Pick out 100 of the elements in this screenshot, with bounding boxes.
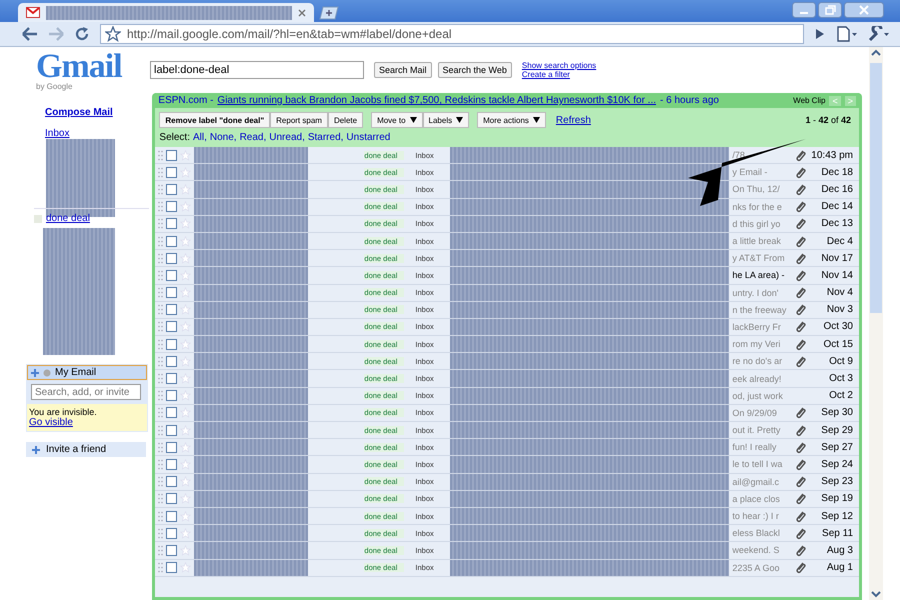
drag-handle-icon[interactable] [158, 493, 164, 504]
drag-handle-icon[interactable] [158, 304, 164, 316]
go-visible-link[interactable]: Go visible [29, 417, 145, 428]
refresh-link[interactable]: Refresh [556, 114, 591, 126]
checkbox[interactable] [166, 458, 178, 470]
select-link[interactable]: Read, [240, 132, 266, 143]
checkbox[interactable] [166, 270, 178, 281]
scrollbar-thumb[interactable] [870, 63, 882, 313]
drag-handle-icon[interactable] [158, 150, 164, 161]
chat-header[interactable]: My Email [27, 365, 147, 380]
drag-handle-icon[interactable] [158, 218, 164, 230]
checkbox[interactable] [166, 407, 178, 418]
checkbox[interactable] [166, 184, 178, 195]
browser-tab[interactable] [18, 3, 314, 22]
minimize-icon[interactable] [792, 2, 816, 18]
message-date: Nov 17 [821, 252, 854, 264]
select-link[interactable]: Unread, [269, 132, 305, 143]
drag-handle-icon[interactable] [158, 201, 164, 212]
select-link[interactable]: Unstarred [346, 132, 390, 143]
select-link[interactable]: None, [210, 132, 237, 143]
drag-handle-icon[interactable] [158, 544, 164, 556]
checkbox[interactable] [166, 510, 178, 522]
reload-icon[interactable] [74, 26, 90, 42]
checkbox[interactable] [166, 218, 178, 230]
checkbox[interactable] [166, 476, 178, 488]
toolbar-button[interactable]: Remove label "done deal" [159, 112, 270, 128]
scrollbar[interactable] [869, 47, 883, 600]
checkbox[interactable] [166, 390, 178, 402]
search-field[interactable]: label:done-deal [150, 61, 364, 79]
checkbox[interactable] [166, 544, 178, 556]
address-field[interactable]: http://mail.google.com/mail/?hl=en&tab=wm#label/done+deal [100, 24, 804, 44]
checkbox[interactable] [166, 201, 178, 212]
drag-handle-icon[interactable] [158, 390, 164, 402]
checkbox[interactable] [166, 528, 178, 539]
label-color-swatch[interactable] [34, 214, 42, 222]
back-icon[interactable] [22, 27, 38, 41]
checkbox[interactable] [166, 321, 178, 332]
invite-link[interactable]: Invite a friend [26, 442, 146, 457]
drag-handle-icon[interactable] [158, 442, 164, 453]
drag-handle-icon[interactable] [158, 236, 164, 247]
drag-handle-icon[interactable] [158, 458, 164, 470]
toolbar-button[interactable]: Labels [422, 112, 470, 128]
webclip-source: ESPN.com - [158, 95, 214, 106]
toolbar-button[interactable]: Report spam [270, 112, 328, 128]
checkbox[interactable] [166, 150, 178, 161]
star-icon[interactable] [105, 26, 121, 42]
drag-handle-icon[interactable] [158, 424, 164, 436]
drag-handle-icon[interactable] [158, 287, 164, 298]
close-icon[interactable] [298, 8, 306, 16]
select-link[interactable]: All, [192, 132, 207, 143]
new-tab-icon[interactable] [318, 6, 340, 20]
checkbox[interactable] [166, 304, 178, 316]
label-link[interactable]: done deal [46, 213, 90, 224]
status-text: You are invisible. [29, 407, 98, 417]
search-button[interactable]: Search Mail [374, 62, 432, 78]
checkbox[interactable] [166, 442, 178, 453]
wrench-icon[interactable] [868, 26, 890, 42]
close-icon[interactable] [844, 2, 884, 18]
drag-handle-icon[interactable] [158, 338, 164, 350]
search-link[interactable]: Show search options [522, 61, 596, 70]
webclip-headline-link[interactable]: Giants running back Brandon Jacobs fined $7,500, Redskins tackle Albert Haynesworth $10K for ... [217, 95, 656, 106]
drag-handle-icon[interactable] [158, 166, 164, 178]
checkbox[interactable] [166, 338, 178, 350]
plus-icon[interactable] [31, 368, 39, 376]
checkbox[interactable] [166, 166, 178, 178]
checkbox[interactable] [166, 493, 178, 504]
drag-handle-icon[interactable] [158, 356, 164, 367]
toolbar-button[interactable]: Delete [328, 112, 364, 128]
drag-handle-icon[interactable] [158, 407, 164, 418]
restore-icon[interactable] [818, 2, 842, 18]
search-button[interactable]: Search the Web [438, 62, 512, 78]
chat-search-field[interactable]: Search, add, or invite [31, 384, 141, 400]
drag-handle-icon[interactable] [158, 321, 164, 332]
message-date: Sep 30 [821, 407, 854, 418]
drag-handle-icon[interactable] [158, 562, 164, 574]
drag-handle-icon[interactable] [158, 510, 164, 522]
checkbox[interactable] [166, 373, 178, 384]
message-snippet: rom my Veri [732, 339, 782, 350]
toolbar-button[interactable]: Move to [371, 112, 423, 128]
toolbar-button[interactable]: More actions [477, 112, 546, 128]
drag-handle-icon[interactable] [158, 373, 164, 384]
inbox-link[interactable]: Inbox [45, 128, 150, 139]
compose-link[interactable]: Compose Mail [45, 107, 150, 118]
drag-handle-icon[interactable] [158, 252, 164, 264]
play-icon[interactable] [814, 27, 826, 41]
forward-icon[interactable] [48, 27, 64, 41]
select-link[interactable]: Starred, [308, 132, 344, 143]
checkbox[interactable] [166, 252, 178, 264]
checkbox[interactable] [166, 356, 178, 367]
checkbox[interactable] [166, 287, 178, 298]
drag-handle-icon[interactable] [158, 184, 164, 195]
gmail-logo[interactable]: Gmail by Google [36, 50, 136, 90]
drag-handle-icon[interactable] [158, 528, 164, 539]
checkbox[interactable] [166, 424, 178, 436]
checkbox[interactable] [166, 562, 178, 574]
search-link[interactable]: Create a filter [522, 70, 596, 79]
drag-handle-icon[interactable] [158, 270, 164, 281]
checkbox[interactable] [166, 236, 178, 247]
page-icon[interactable] [836, 26, 858, 42]
drag-handle-icon[interactable] [158, 476, 164, 488]
